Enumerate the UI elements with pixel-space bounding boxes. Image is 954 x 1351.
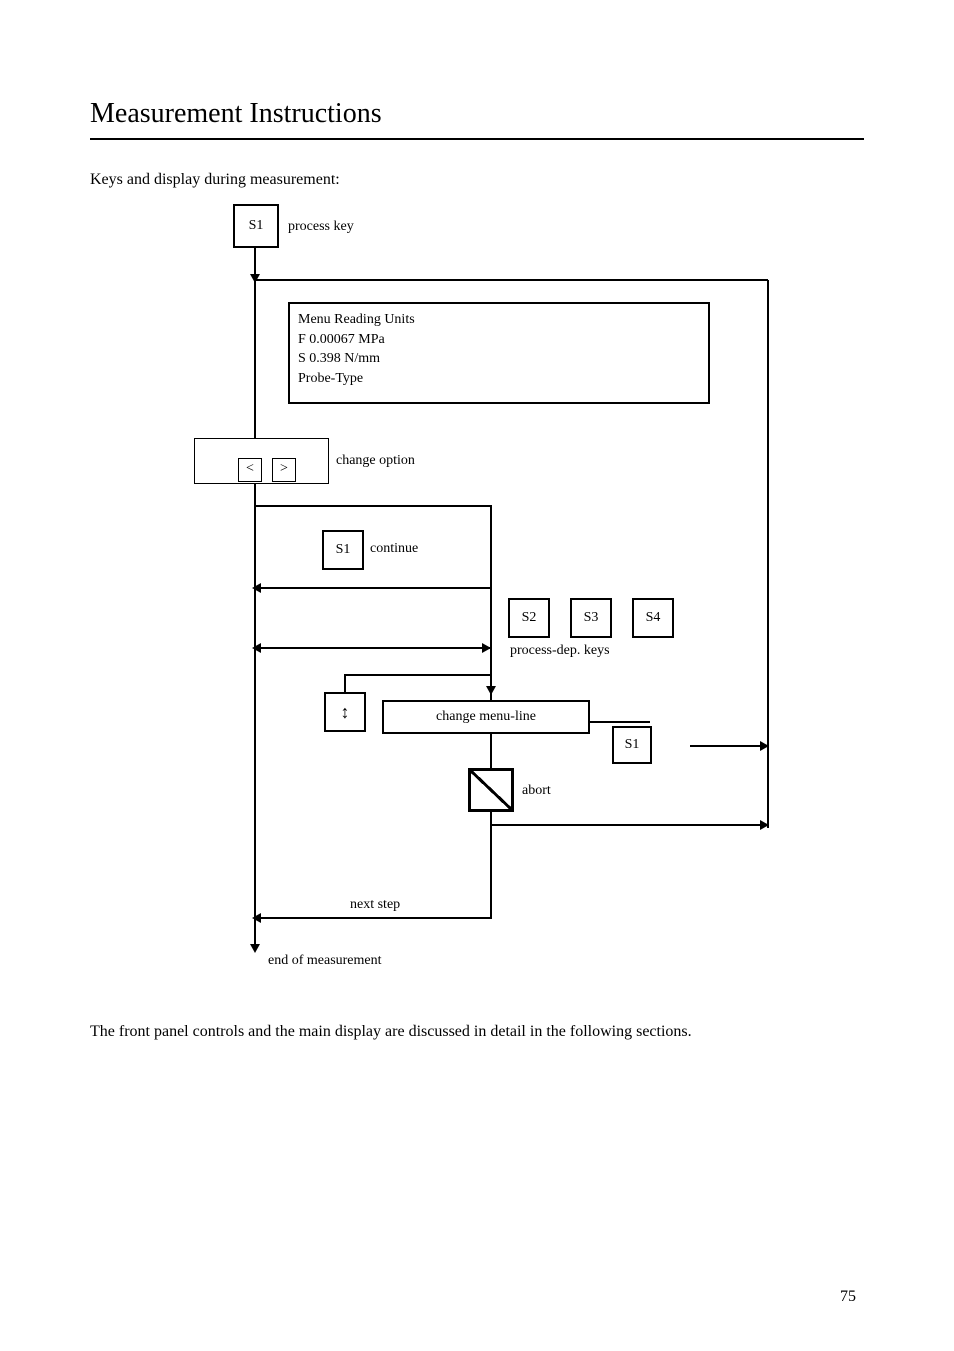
chevron-right-icon: > <box>272 458 296 482</box>
lcd-display: Menu Reading Units F 0.00067 MPa S 0.398… <box>288 302 710 404</box>
change-menu-box: change menu-line <box>382 700 590 734</box>
flow-diagram: S1 process key Menu Reading Units F 0.00… <box>150 202 770 992</box>
menu-updown-key: ↕ <box>324 692 366 732</box>
change-option-label: change option <box>336 452 446 470</box>
lcd-line4: Probe-Type <box>298 369 700 389</box>
process-keys-label: process-dep. keys <box>510 642 680 660</box>
chevron-left-icon: < <box>238 458 262 482</box>
abort-label: abort <box>522 782 572 800</box>
end-label: end of measurement <box>268 952 448 970</box>
next-step-label: next step <box>350 896 430 914</box>
process-key-s2: S2 <box>508 598 550 638</box>
continue-key-s1: S1 <box>322 530 364 570</box>
process-key-s1: S1 <box>233 204 279 248</box>
page-number: 75 <box>840 1287 856 1307</box>
page-title: Measurement Instructions <box>90 98 864 130</box>
abort-step <box>468 768 514 812</box>
process-key-s3: S3 <box>570 598 612 638</box>
intro-text: Keys and display during measurement: <box>90 170 864 190</box>
title-rule <box>90 138 864 140</box>
menu-end-key-s1: S1 <box>612 726 652 764</box>
slash-icon <box>471 771 511 809</box>
process-key-s4: S4 <box>632 598 674 638</box>
lcd-line1: Menu Reading Units <box>298 310 700 330</box>
process-key-label: process key <box>288 218 378 236</box>
lcd-line2: F 0.00067 MPa <box>298 330 700 350</box>
outro-text: The front panel controls and the main di… <box>90 1022 864 1042</box>
continue-key-label: continue <box>370 540 440 558</box>
lcd-line3: S 0.398 N/mm <box>298 349 700 369</box>
